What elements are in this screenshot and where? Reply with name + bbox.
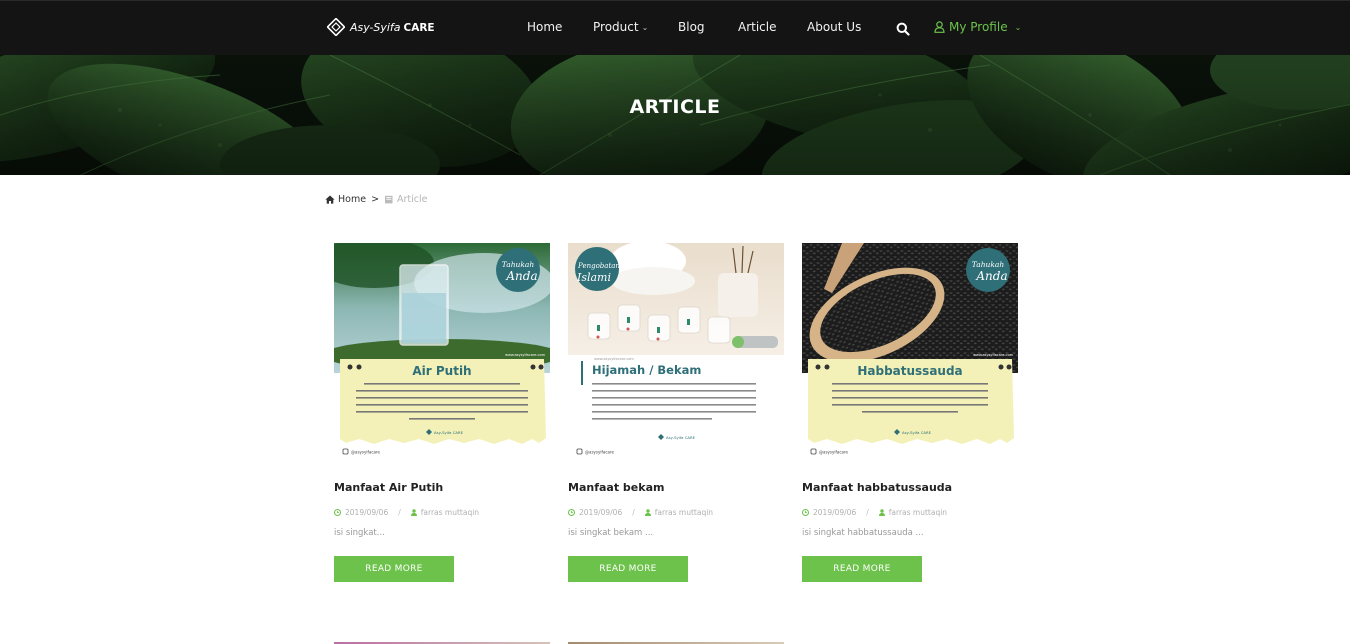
user-icon [410,509,417,516]
clock-icon [802,509,809,516]
page-title: ARTICLE [629,96,721,118]
badge-text-top: Pengobatan [577,262,620,270]
article-thumbnail[interactable]: Tahukah Anda www.asysyifacare.com Air Pu… [334,243,550,459]
breadcrumb-current-label: Article [397,194,428,205]
article-date: 2019/09/06 [813,508,857,517]
image-brand: Asy-Syifa CARE [434,430,464,435]
nav-home[interactable]: Home [527,20,562,34]
article-excerpt: isi singkat... [334,528,385,538]
breadcrumb-home[interactable]: Home [325,194,366,205]
image-heading: Air Putih [412,364,471,378]
image-heading: Habbatussauda [857,364,962,378]
breadcrumb: Home > Article [325,194,428,205]
article-author: farras muttaqin [654,508,714,517]
image-heading: Hijamah / Bekam [592,363,701,377]
article-author: farras muttaqin [888,508,948,517]
logo-script: Asy-Syifa [350,20,401,34]
article-image-habbatussauda: Tahukah Anda www.asysyifacare.com Habbat… [802,243,1018,459]
my-profile-menu[interactable]: My Profile ⌄ [934,20,1021,34]
home-icon [325,195,335,204]
badge-text-top: Tahukah [502,260,535,269]
article-title[interactable]: Manfaat bekam [568,481,664,494]
user-icon [878,509,885,516]
top-navbar: Asy-Syifa CARE Home Product ⌄ Blog Article… [0,0,1350,55]
my-profile-label: My Profile [949,20,1008,34]
article-date: 2019/09/06 [579,508,623,517]
user-icon [934,21,945,33]
meta-separator: / [632,508,635,517]
article-excerpt: isi singkat habbatussauda ... [802,528,924,538]
badge-text-bottom: Islami [576,271,611,284]
breadcrumb-separator: > [371,194,380,205]
image-brand: Asy-Syifa CARE [902,430,932,435]
article-author: farras muttaqin [420,508,480,517]
chevron-down-icon: ⌄ [641,23,649,32]
article-title[interactable]: Manfaat habbatussauda [802,481,952,494]
badge-text-top: Tahukah [972,260,1005,269]
clock-icon [568,509,575,516]
meta-separator: / [398,508,401,517]
logo-diamond-icon [327,18,345,36]
image-website: www.asysyifacare.com [973,353,1013,357]
nav-product-label: Product [593,20,639,34]
article-image-water: Tahukah Anda www.asysyifacare.com Air Pu… [334,243,550,459]
badge-text-bottom: Anda [975,269,1007,283]
image-website: www.asysyifacare.com [594,357,634,361]
image-instagram: @asysyifacare [819,450,849,455]
breadcrumb-current: Article [384,194,428,205]
article-excerpt: isi singkat bekam ... [568,528,654,538]
article-meta: 2019/09/06 / farras muttaqin [334,508,479,517]
article-date: 2019/09/06 [345,508,389,517]
image-brand: Asy-Syifa CARE [666,435,696,440]
article-card: Pengobatan Islami www.asysyifacare.com H… [568,243,784,582]
logo-text: Asy-Syifa CARE [350,21,435,34]
article-title[interactable]: Manfaat Air Putih [334,481,443,494]
article-card: Tahukah Anda www.asysyifacare.com Air Pu… [334,243,550,582]
article-thumbnail[interactable]: Pengobatan Islami www.asysyifacare.com H… [568,243,784,459]
article-image-bekam: Pengobatan Islami www.asysyifacare.com H… [568,243,784,459]
nav-blog[interactable]: Blog [678,20,705,34]
page-hero-banner: ARTICLE [0,55,1350,175]
read-more-button[interactable]: READ MORE [568,556,688,582]
book-icon [385,195,393,204]
breadcrumb-home-label: Home [338,194,367,205]
read-more-button[interactable]: READ MORE [802,556,922,582]
article-meta: 2019/09/06 / farras muttaqin [568,508,713,517]
article-thumbnail[interactable]: Tahukah Anda www.asysyifacare.com Habbat… [802,243,1018,459]
user-icon [644,509,651,516]
nav-product[interactable]: Product ⌄ [593,20,648,34]
search-icon[interactable] [896,22,910,36]
image-instagram: @asysyifacare [351,450,381,455]
nav-about-us[interactable]: About Us [807,20,861,34]
article-card: Tahukah Anda www.asysyifacare.com Habbat… [802,243,1018,582]
clock-icon [334,509,341,516]
nav-article[interactable]: Article [738,20,777,34]
image-website: www.asysyifacare.com [505,353,545,357]
read-more-button[interactable]: READ MORE [334,556,454,582]
chevron-down-icon: ⌄ [1014,22,1022,32]
article-meta: 2019/09/06 / farras muttaqin [802,508,947,517]
image-instagram: @asysyifacare [585,450,615,455]
logo-bold: CARE [403,21,435,34]
badge-text-bottom: Anda [505,269,537,283]
site-logo[interactable]: Asy-Syifa CARE [327,18,435,36]
meta-separator: / [866,508,869,517]
